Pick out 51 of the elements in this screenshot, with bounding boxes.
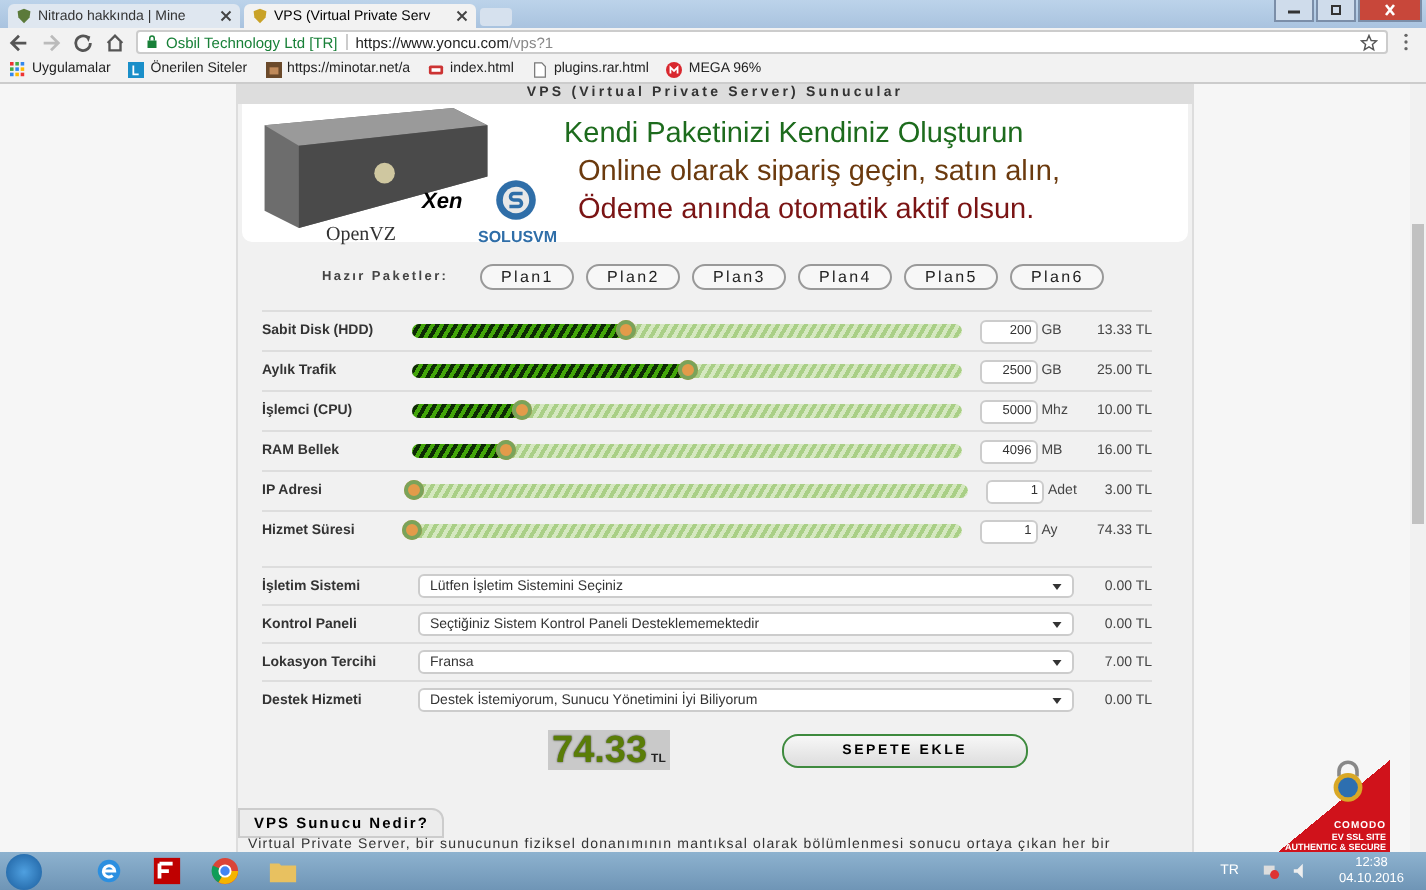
plan-button[interactable]: Plan1 [480, 264, 575, 290]
slider-thumb[interactable] [402, 520, 423, 540]
menu-icon[interactable] [1402, 32, 1410, 52]
close-icon[interactable] [220, 10, 232, 22]
slider-thumb[interactable] [404, 480, 424, 500]
plan-button[interactable]: Plan5 [904, 264, 999, 290]
caret-icon [1052, 659, 1062, 665]
banner-headline: Ödeme anında otomatik aktif olsun. [576, 192, 1037, 230]
slider-thumb[interactable] [496, 440, 517, 460]
caret-icon [1052, 621, 1062, 627]
close-button[interactable] [1358, 0, 1422, 22]
banner-headline: Kendi Paketinizi Kendiniz Oluşturun [564, 116, 1026, 154]
bookmark-logo-icon [128, 61, 145, 77]
circle-logo-icon [494, 178, 538, 222]
plan-button[interactable]: Plan4 [798, 264, 893, 290]
slider-thumb[interactable] [512, 400, 533, 420]
maximize-button[interactable] [1316, 0, 1356, 22]
caret-icon [1052, 697, 1062, 703]
apps-grid-icon [10, 61, 26, 77]
page-icon [428, 61, 445, 77]
plan-button[interactable]: Plan2 [586, 264, 681, 290]
lock-icon [146, 34, 158, 50]
plan-button[interactable]: Plan6 [1010, 264, 1105, 290]
start-button[interactable] [6, 853, 42, 889]
document-icon [531, 61, 548, 77]
banner-headline: Online olarak sipariş geçin, satın alın, [576, 154, 1062, 192]
caret-icon [1052, 583, 1062, 589]
padlock-globe-icon [1330, 760, 1366, 804]
mega-logo-icon [666, 61, 683, 77]
slider-thumb[interactable] [677, 360, 698, 380]
logo-text: SOLUSVM [478, 228, 558, 246]
close-icon[interactable] [456, 10, 468, 22]
close-icon [1380, 4, 1400, 16]
slider-thumb[interactable] [616, 320, 637, 340]
filezilla-icon[interactable] [152, 856, 182, 886]
minimize-button[interactable] [1274, 0, 1314, 22]
reload-icon[interactable] [72, 31, 94, 53]
scrollbar[interactable] [1410, 84, 1426, 852]
chrome-icon[interactable] [210, 856, 240, 886]
browser-e-icon[interactable] [94, 856, 124, 886]
logo-text: Xen [422, 190, 463, 214]
back-icon[interactable] [8, 31, 30, 53]
star-icon[interactable] [1360, 33, 1378, 51]
network-icon[interactable] [1262, 862, 1281, 880]
pixel-avatar-icon [265, 61, 282, 77]
home-icon[interactable] [104, 31, 126, 53]
plan-button[interactable]: Plan3 [692, 264, 787, 290]
logo-text: OpenVZ [326, 224, 396, 246]
shield-icon [252, 8, 268, 24]
shield-icon [16, 8, 32, 24]
maximize-icon [1326, 4, 1346, 16]
